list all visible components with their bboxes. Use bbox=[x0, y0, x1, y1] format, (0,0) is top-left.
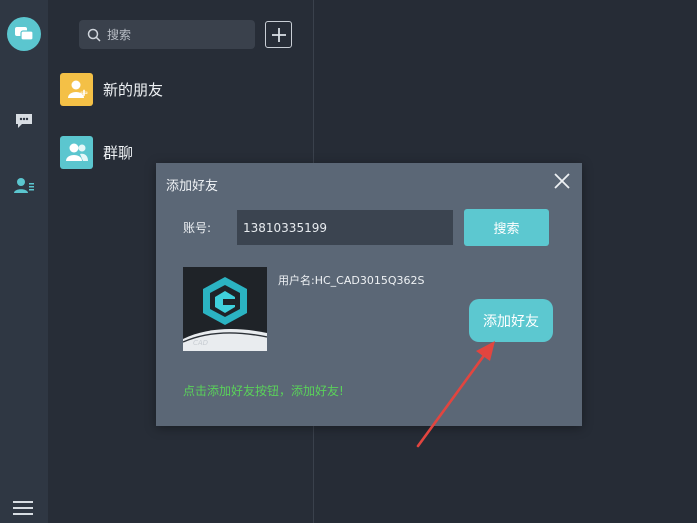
icon-rail bbox=[0, 0, 48, 523]
plus-icon bbox=[271, 27, 286, 42]
search-button[interactable]: 搜索 bbox=[464, 209, 549, 246]
search-box[interactable] bbox=[79, 20, 255, 49]
new-friend-icon bbox=[60, 72, 93, 106]
close-icon[interactable] bbox=[552, 171, 572, 191]
hint-text: 点击添加好友按钮，添加好友! bbox=[183, 384, 344, 398]
messages-icon[interactable] bbox=[12, 110, 36, 132]
contact-item-group-chat[interactable]: 群聊 bbox=[60, 135, 133, 169]
contact-item-new-friends[interactable]: 新的朋友 bbox=[60, 72, 163, 106]
add-friend-button[interactable]: 添加好友 bbox=[469, 299, 553, 342]
search-input[interactable] bbox=[107, 27, 247, 42]
contact-item-label: 群聊 bbox=[103, 143, 134, 162]
group-chat-icon bbox=[60, 135, 93, 169]
dialog-title: 添加好友 bbox=[166, 179, 219, 194]
user-avatar: CAD bbox=[183, 267, 267, 351]
account-input[interactable] bbox=[237, 210, 453, 245]
menu-icon[interactable] bbox=[12, 499, 34, 517]
chat-logo-icon[interactable] bbox=[7, 17, 41, 51]
contacts-icon[interactable] bbox=[12, 175, 36, 197]
account-label: 账号: bbox=[183, 221, 212, 235]
add-button[interactable] bbox=[265, 21, 292, 48]
avatar-caption: CAD bbox=[193, 339, 209, 347]
search-icon bbox=[87, 28, 101, 42]
contact-item-label: 新的朋友 bbox=[103, 80, 164, 99]
add-friend-dialog: 添加好友 账号: 搜索 CAD 用户名:HC_CAD3015Q362S 添加好友… bbox=[156, 163, 582, 426]
username-text: 用户名:HC_CAD3015Q362S bbox=[278, 274, 425, 287]
